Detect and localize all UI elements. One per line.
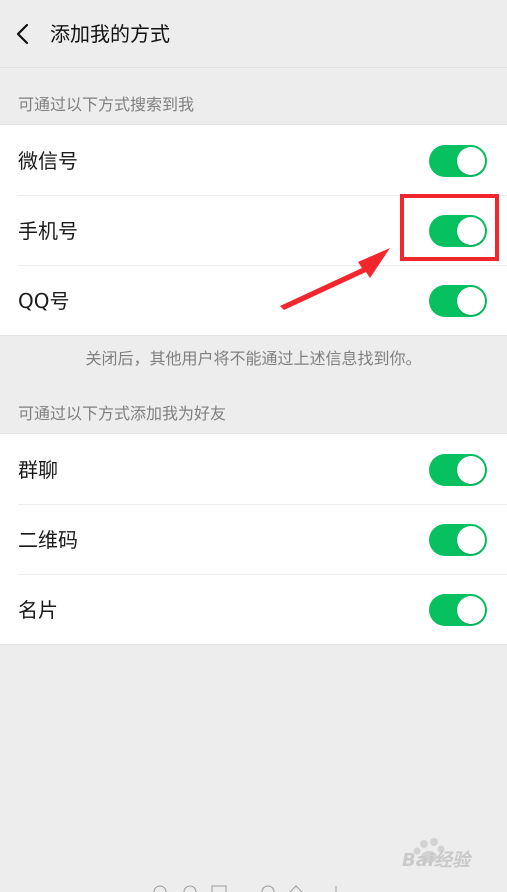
row-label: 微信号 <box>18 149 78 173</box>
list-item-business-card: 名片 <box>0 574 507 644</box>
group-chat-toggle[interactable] <box>429 454 487 486</box>
wechat-id-toggle[interactable] <box>429 145 487 177</box>
annotation-arrow-icon <box>280 248 390 310</box>
list-item-wechat-id: 微信号 <box>0 125 507 195</box>
row-label: 群聊 <box>18 458 58 482</box>
row-label: QQ号 <box>18 289 70 313</box>
search-section-label: 可通过以下方式搜索到我 <box>18 95 195 114</box>
search-section-note: 关闭后，其他用户将不能通过上述信息找到你。 <box>85 349 422 368</box>
page-title: 添加我的方式 <box>50 22 170 46</box>
row-label: 二维码 <box>18 528 78 552</box>
add-methods-list: 群聊 二维码 名片 <box>0 433 507 645</box>
toggle-knob <box>457 526 485 554</box>
qr-code-toggle[interactable] <box>429 524 487 556</box>
nav-header: 添加我的方式 <box>0 0 507 68</box>
annotation-highlight-box <box>400 194 499 261</box>
qq-number-toggle[interactable] <box>429 285 487 317</box>
toggle-knob <box>457 456 485 484</box>
row-label: 手机号 <box>18 219 78 243</box>
toggle-knob <box>457 287 485 315</box>
toggle-knob <box>457 596 485 624</box>
business-card-toggle[interactable] <box>429 594 487 626</box>
toggle-knob <box>457 147 485 175</box>
add-section-label: 可通过以下方式添加我为好友 <box>18 404 227 423</box>
list-item-qq-number: QQ号 <box>0 265 507 335</box>
watermark-text: Bai经验 <box>402 850 471 871</box>
chevron-left-icon[interactable] <box>12 22 36 46</box>
list-item-qr-code: 二维码 <box>0 504 507 574</box>
bottom-partial-content <box>153 885 337 892</box>
list-item-group-chat: 群聊 <box>0 434 507 504</box>
row-label: 名片 <box>18 598 58 622</box>
